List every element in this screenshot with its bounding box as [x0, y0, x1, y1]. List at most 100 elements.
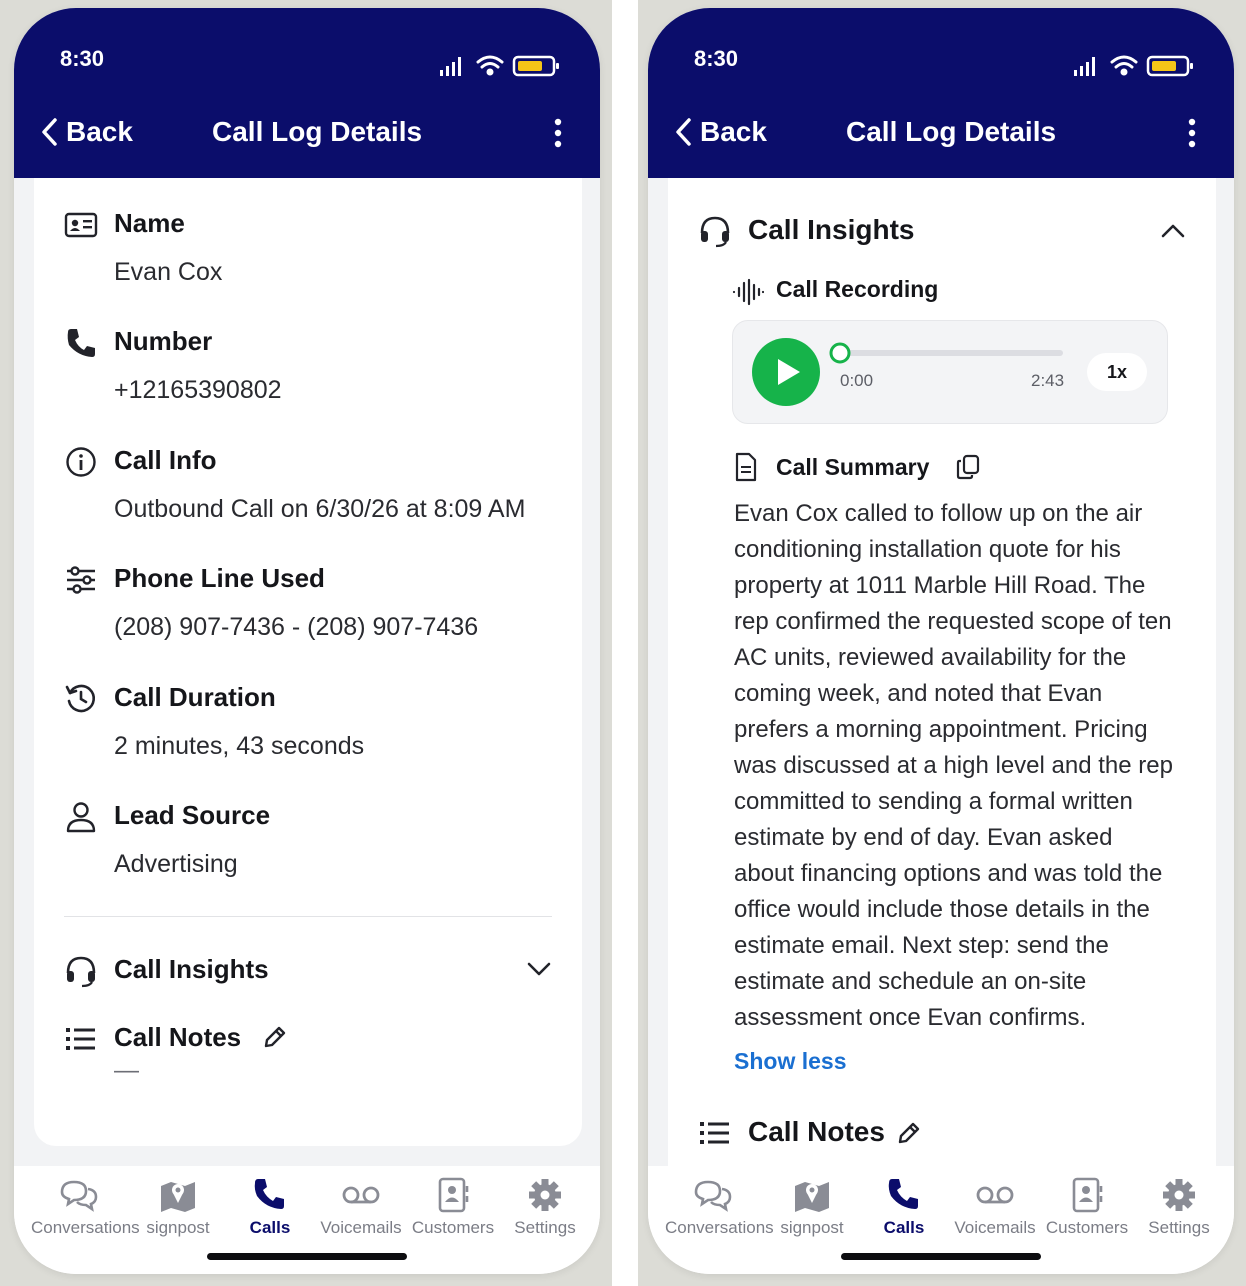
map-icon — [795, 1182, 829, 1212]
divider — [64, 916, 552, 917]
tab-customers[interactable]: Customers — [405, 1166, 501, 1238]
home-indicator[interactable] — [207, 1253, 407, 1260]
tab-calls[interactable]: Calls — [222, 1166, 318, 1238]
show-less-link[interactable]: Show less — [734, 1048, 846, 1075]
lead-source-value: Advertising — [114, 850, 238, 878]
tab-conversations[interactable]: Conversations — [665, 1166, 774, 1238]
play-button[interactable] — [751, 337, 821, 407]
tab-bar: Conversations signpost Calls Voicemails … — [14, 1166, 600, 1274]
pencil-icon[interactable] — [262, 1024, 288, 1050]
call-insights-title: Call Insights — [748, 214, 915, 245]
phone-line-label: Phone Line Used — [114, 563, 325, 593]
phone-icon — [888, 1179, 918, 1209]
phone-left: 8:30 Back Call Log Details Name Evan Cox… — [14, 8, 600, 1274]
phone-icon — [67, 329, 95, 357]
duration-label: Call Duration — [114, 682, 276, 712]
status-time: 8:30 — [694, 46, 739, 71]
more-options-icon[interactable] — [548, 118, 568, 148]
call-insights-toggle[interactable]: Call Insights — [698, 212, 1186, 252]
page-title: Call Log Details — [846, 116, 1057, 147]
tab-bar: Conversations signpost Calls Voicemails … — [648, 1166, 1234, 1274]
conversations-icon — [60, 1180, 98, 1212]
call-summary-text: Evan Cox called to follow up on the air … — [734, 500, 1173, 1031]
call-info-value: Outbound Call on 6/30/26 at 8:09 AM — [114, 495, 526, 523]
list-icon — [66, 1028, 95, 1050]
back-button[interactable]: Back — [40, 116, 133, 148]
info-icon — [66, 447, 96, 477]
contacts-icon — [1072, 1177, 1103, 1213]
chevron-down-icon[interactable] — [526, 960, 552, 978]
total-time: 2:43 — [1031, 371, 1065, 390]
wifi-icon — [1110, 55, 1138, 76]
number-field: Number +12165390802 — [64, 326, 552, 406]
back-label: Back — [700, 116, 767, 147]
status-icons — [440, 55, 559, 77]
tab-calls[interactable]: Calls — [856, 1166, 952, 1238]
playback-speed-button[interactable]: 1x — [1087, 353, 1147, 391]
voicemail-icon — [976, 1186, 1014, 1204]
chevron-left-icon — [676, 118, 691, 146]
history-icon — [65, 684, 95, 713]
content-area: Call Insights Call Recording 0:00 2:43 1… — [648, 178, 1234, 1166]
number-label: Number — [114, 326, 213, 356]
signal-icon — [1074, 57, 1095, 76]
name-value: Evan Cox — [114, 258, 223, 286]
more-options-icon[interactable] — [1182, 118, 1202, 148]
tab-customers[interactable]: Customers — [1039, 1166, 1135, 1238]
tab-voicemails[interactable]: Voicemails — [947, 1166, 1043, 1238]
tab-label: signpost — [780, 1218, 844, 1237]
call-insights-toggle[interactable]: Call Insights — [64, 954, 552, 994]
phone-icon — [254, 1179, 284, 1209]
back-button[interactable]: Back — [674, 116, 767, 148]
call-notes-value: — — [114, 1056, 139, 1084]
phone-line-value: (208) 907-7436 - (208) 907-7436 — [114, 613, 479, 641]
current-time: 0:00 — [840, 371, 874, 390]
tab-settings[interactable]: Settings — [1131, 1166, 1227, 1238]
tab-label: Settings — [1148, 1218, 1210, 1237]
tab-label: Settings — [514, 1218, 576, 1237]
tab-label: Customers — [411, 1218, 495, 1237]
tab-label: Voicemails — [320, 1218, 402, 1237]
tab-label: Customers — [1045, 1218, 1129, 1237]
call-summary-label: Call Summary — [776, 454, 930, 480]
home-indicator[interactable] — [841, 1253, 1041, 1260]
copy-icon[interactable] — [956, 454, 980, 480]
progress-slider[interactable] — [829, 341, 1067, 365]
pencil-icon[interactable] — [896, 1120, 922, 1146]
call-info-field: Call Info Outbound Call on 6/30/26 at 8:… — [64, 445, 552, 525]
status-time: 8:30 — [60, 46, 105, 71]
tab-label: Conversations — [665, 1218, 774, 1237]
gear-icon — [529, 1179, 561, 1211]
lead-source-field: Lead Source Advertising — [64, 800, 552, 880]
tab-label: signpost — [146, 1218, 210, 1237]
header: 8:30 Back Call Log Details — [648, 8, 1234, 178]
content-area: Name Evan Cox Number +12165390802 Call I… — [14, 178, 600, 1166]
chevron-left-icon — [42, 118, 57, 146]
chevron-up-icon[interactable] — [1160, 222, 1186, 240]
sliders-icon — [67, 566, 95, 594]
duration-field: Call Duration 2 minutes, 43 seconds — [64, 682, 552, 762]
tab-conversations[interactable]: Conversations — [31, 1166, 140, 1238]
id-card-icon — [64, 212, 98, 238]
conversations-icon — [694, 1180, 732, 1212]
tab-label: Voicemails — [954, 1218, 1036, 1237]
name-field: Name Evan Cox — [64, 208, 552, 288]
headset-icon — [700, 216, 730, 248]
list-icon — [700, 1122, 729, 1144]
tab-label: Calls — [883, 1218, 925, 1237]
page-title: Call Log Details — [212, 116, 423, 147]
tab-voicemails[interactable]: Voicemails — [313, 1166, 409, 1238]
tab-signpost[interactable]: signpost — [130, 1166, 226, 1238]
call-notes-label: Call Notes — [748, 1116, 885, 1147]
lead-source-label: Lead Source — [114, 800, 271, 830]
insights-card: Call Insights Call Recording 0:00 2:43 1… — [668, 178, 1216, 1166]
wifi-icon — [476, 55, 504, 76]
call-info-label: Call Info — [114, 445, 217, 475]
tab-signpost[interactable]: signpost — [764, 1166, 860, 1238]
tab-settings[interactable]: Settings — [497, 1166, 593, 1238]
tab-label: Calls — [249, 1218, 291, 1237]
headset-icon — [66, 956, 96, 988]
details-card: Name Evan Cox Number +12165390802 Call I… — [34, 178, 582, 1146]
back-label: Back — [66, 116, 133, 147]
battery-icon — [1146, 55, 1193, 77]
